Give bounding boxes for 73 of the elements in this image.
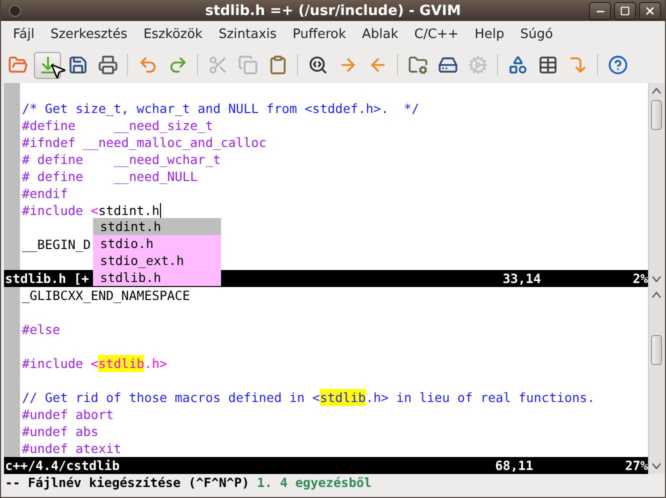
code-text: #include <box>22 202 84 219</box>
match-count: 1. 4 egyezésből <box>257 474 372 491</box>
minimize-button[interactable] <box>589 2 611 20</box>
code-text: < <box>90 202 98 219</box>
scrollbar[interactable] <box>648 287 665 474</box>
scroll-down-icon[interactable] <box>652 276 662 282</box>
status-file-name: c++/4.4/cstdlib <box>5 457 120 474</box>
folder-icon <box>8 55 28 75</box>
status-percent: 27% <box>625 457 648 474</box>
printer-icon <box>98 55 118 75</box>
menu-item[interactable]: C/C++ <box>406 27 467 42</box>
search-icon <box>308 55 328 75</box>
table-icon <box>538 55 558 75</box>
code-text: # define __need_NULL <box>22 168 198 185</box>
code-text: #endif <box>22 185 68 202</box>
code-text: #include <box>22 355 84 372</box>
code-text: #undef atexit <box>22 440 122 457</box>
code-text: #ifndef __need_malloc_and_calloc <box>22 134 266 151</box>
code-text: // Get rid of those macros defined in < <box>22 389 320 406</box>
undo-icon <box>138 55 158 75</box>
code-text: .h> in lieu of real functions. <box>366 389 595 406</box>
close-icon <box>644 5 656 17</box>
code-text: /* Get size_t, wchar_t and NULL from <stddef.h>. */ <box>22 100 420 117</box>
redo-icon <box>168 55 188 75</box>
status-position: 68,11 <box>495 457 534 474</box>
menu-item[interactable]: Fájl <box>5 27 42 42</box>
menu-item[interactable]: Help <box>466 27 512 42</box>
maximize-button[interactable] <box>614 2 636 20</box>
paste-icon <box>268 55 288 75</box>
code-text: __BEGIN_D <box>22 236 91 253</box>
code-text: # define __need_wchar_t <box>22 151 221 168</box>
code-text: #undef abort <box>22 406 114 423</box>
gears-icon <box>468 55 488 75</box>
menu-item[interactable]: Ablak <box>354 27 406 42</box>
scrollbar[interactable] <box>648 83 665 287</box>
menu-item[interactable]: Eszközök <box>135 27 211 42</box>
menu-item[interactable]: Pufferok <box>284 27 354 42</box>
completion-item[interactable]: stdio_ext.h <box>93 252 221 269</box>
code-text: #else <box>22 321 60 338</box>
cut-icon <box>208 55 228 75</box>
status-percent: 2% <box>632 270 648 287</box>
menu-item[interactable]: Szerkesztés <box>42 27 136 42</box>
menu-item[interactable]: Súgó <box>512 27 561 42</box>
copy-icon <box>238 55 258 75</box>
close-button[interactable] <box>639 2 661 20</box>
status-position: 33,14 <box>502 270 542 287</box>
code-text: _GLIBCXX_END_NAMESPACE <box>22 287 190 304</box>
status-file-name: stdlib.h [+ <box>5 270 90 287</box>
maximize-icon <box>620 6 630 16</box>
scrollbar-thumb[interactable] <box>651 100 662 130</box>
completion-item[interactable]: stdint.h <box>93 218 221 235</box>
mode-message: -- Fájlnév kiegészítése (^F^N^P) <box>5 474 250 491</box>
menu-item[interactable]: Szintaxis <box>210 27 285 42</box>
code-text: stdint.h <box>98 202 160 219</box>
scrollbar-thumb[interactable] <box>651 335 662 365</box>
mouse-pointer-icon <box>49 62 67 80</box>
folder-gear-icon <box>408 55 428 75</box>
code-text: #undef abs <box>22 423 98 440</box>
curved-arrow-icon <box>568 55 588 75</box>
code-text: #define __need_size_t <box>22 117 213 134</box>
completion-item[interactable]: stdio.h <box>93 235 221 252</box>
window-title: stdlib.h =+ (/usr/include) - GVIM <box>205 2 461 18</box>
shapes-icon <box>508 55 528 75</box>
window-menu-icon[interactable] <box>9 5 21 17</box>
code-text: < <box>90 355 98 372</box>
editor-text-area[interactable]: _GLIBCXX_END_NAMESPACE #else #include <stdlib.h> // Get rid of those macros defined in <stdlib.h> in lieu of real functions. #undef abort #undef abs #undef atexit <box>4 287 648 457</box>
code-text: .h> <box>144 355 168 372</box>
help-icon <box>608 55 628 75</box>
scroll-up-icon[interactable] <box>652 88 662 94</box>
scroll-up-icon[interactable] <box>652 292 662 298</box>
search-match: stdlib <box>98 355 144 372</box>
search-match: stdlib <box>320 389 366 406</box>
scroll-down-icon[interactable] <box>652 463 662 469</box>
